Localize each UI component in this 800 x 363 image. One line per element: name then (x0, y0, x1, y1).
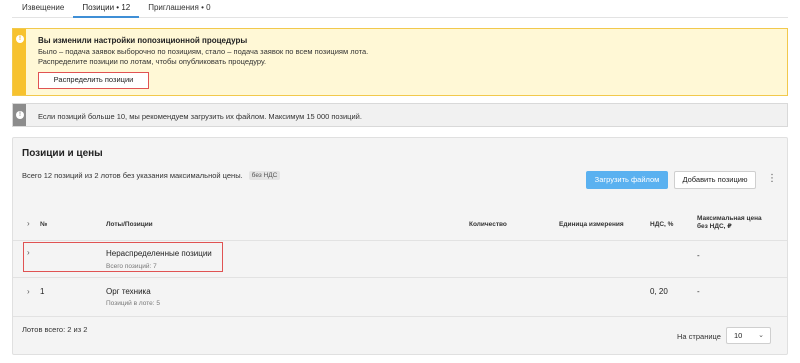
max-price-header-line: Максимальная цена (697, 215, 762, 222)
exclamation-icon: ! (16, 35, 24, 43)
column-header-max-price: Максимальная цена без НДС, ₽ (697, 215, 762, 231)
info-text: Если позиций больше 10, мы рекомендуем з… (38, 112, 362, 121)
expand-all-chevron-icon[interactable]: › (27, 219, 30, 228)
tab-bar: Извещение Позиции • 12 Приглашения • 0 (12, 0, 788, 18)
column-header-lots: Лоты/Позиции (106, 221, 153, 228)
lot-number: 1 (40, 287, 45, 296)
highlight-box (23, 242, 223, 272)
warning-text-line: Распределите позиции по лотам, чтобы опу… (38, 57, 267, 66)
info-banner: ! Если позиций больше 10, мы рекомендуем… (12, 103, 788, 127)
per-page-value: 10 (734, 331, 743, 340)
lot-name[interactable]: Орг техника (106, 287, 151, 296)
lot-subtitle: Позиций в лоте: 5 (106, 300, 160, 307)
max-price-value: - (697, 251, 700, 260)
warning-text-line: Было – подача заявок выборочно по позици… (38, 47, 369, 56)
max-price-header-line: без НДС, ₽ (697, 223, 732, 230)
lots-total-text: Лотов всего: 2 из 2 (22, 325, 88, 334)
chevron-down-icon: ⌄ (758, 332, 764, 339)
more-options-icon[interactable]: ⋮ (767, 174, 777, 184)
tab-positions[interactable]: Позиции • 12 (73, 0, 140, 18)
add-position-button[interactable]: Добавить позицию (674, 171, 756, 189)
tab-invitations[interactable]: Приглашения • 0 (139, 0, 219, 18)
positions-summary: Всего 12 позиций из 2 лотов без указания… (22, 171, 281, 180)
column-header-vat: НДС, % (650, 221, 674, 228)
per-page-label: На странице (677, 332, 721, 341)
exclamation-icon: ! (16, 111, 24, 119)
warning-title: Вы изменили настройки попозиционной проц… (38, 36, 248, 45)
summary-text: Всего 12 позиций из 2 лотов без указания… (22, 171, 243, 180)
column-header-quantity: Количество (469, 221, 507, 228)
per-page-select[interactable]: 10 ⌄ (726, 327, 771, 344)
vat-tag: без НДС (248, 171, 281, 180)
positions-panel: Позиции и цены Всего 12 позиций из 2 лот… (12, 137, 788, 355)
panel-title: Позиции и цены (22, 148, 103, 159)
vat-value: 0, 20 (650, 287, 668, 296)
row-divider (13, 316, 787, 317)
info-stripe: ! (13, 104, 26, 126)
upload-file-button[interactable]: Загрузить файлом (586, 171, 668, 189)
max-price-value: - (697, 287, 700, 296)
row-divider (13, 277, 787, 278)
column-header-number: № (40, 221, 48, 228)
row-divider (13, 240, 787, 241)
expand-row-chevron-icon[interactable]: › (27, 287, 30, 296)
tab-notice[interactable]: Извещение (12, 0, 73, 18)
column-header-unit: Единица измерения (559, 221, 624, 228)
warning-stripe: ! (13, 29, 26, 95)
distribute-positions-button[interactable]: Распределить позиции (38, 72, 149, 89)
warning-banner: ! Вы изменили настройки попозиционной пр… (12, 28, 788, 96)
